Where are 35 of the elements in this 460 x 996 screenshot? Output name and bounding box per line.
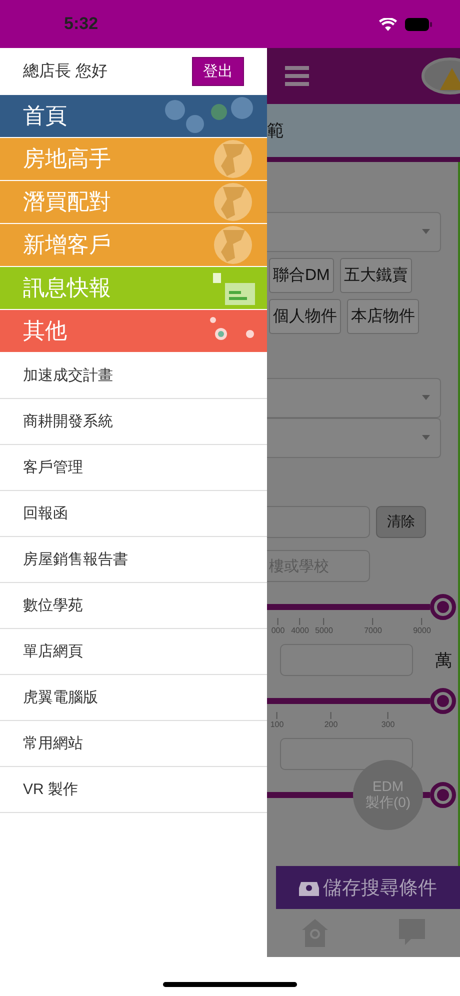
filter-button[interactable]: 五大鐵賣 (340, 258, 412, 293)
filter-button[interactable]: 個人物件 (269, 299, 341, 334)
greeting-text: 總店長 您好 (23, 62, 108, 82)
tick-label: 9000 (413, 618, 431, 635)
tick-label: 5000 (315, 618, 333, 635)
menu-item[interactable]: 首頁 (0, 95, 267, 137)
tick-label: 000 (271, 618, 285, 635)
slider-handle[interactable] (430, 782, 456, 808)
value-field[interactable] (280, 738, 413, 770)
logout-button[interactable]: 登出 (192, 57, 244, 86)
caret-icon (422, 395, 430, 400)
dropdown[interactable] (267, 418, 441, 458)
slider-handle[interactable] (430, 688, 456, 714)
battery-icon (405, 18, 432, 30)
caret-icon (422, 435, 430, 440)
dropdown[interactable] (267, 378, 441, 418)
wifi-icon (379, 18, 397, 30)
slider-handle[interactable] (430, 594, 456, 620)
banner-text: 範 (267, 120, 284, 142)
save-search-button[interactable]: 儲存搜尋條件 (276, 866, 460, 909)
tick-label: 4000 (291, 618, 309, 635)
tick-label: 300 (381, 712, 395, 729)
tick-label: 7000 (364, 618, 382, 635)
search-field[interactable] (267, 506, 370, 538)
tick-label: 200 (324, 712, 338, 729)
unit-label: 萬 (435, 650, 452, 672)
tick-label: 100 (270, 712, 284, 729)
inbox-icon (299, 880, 319, 896)
dropdown[interactable] (267, 212, 441, 252)
clear-button[interactable]: 清除 (376, 506, 426, 538)
caret-icon (422, 229, 430, 234)
status-time: 5:32 (64, 14, 100, 34)
filter-button[interactable]: 本店物件 (347, 299, 419, 334)
filter-button[interactable]: 聯合DM (269, 258, 334, 293)
menu-icon[interactable] (285, 66, 309, 86)
